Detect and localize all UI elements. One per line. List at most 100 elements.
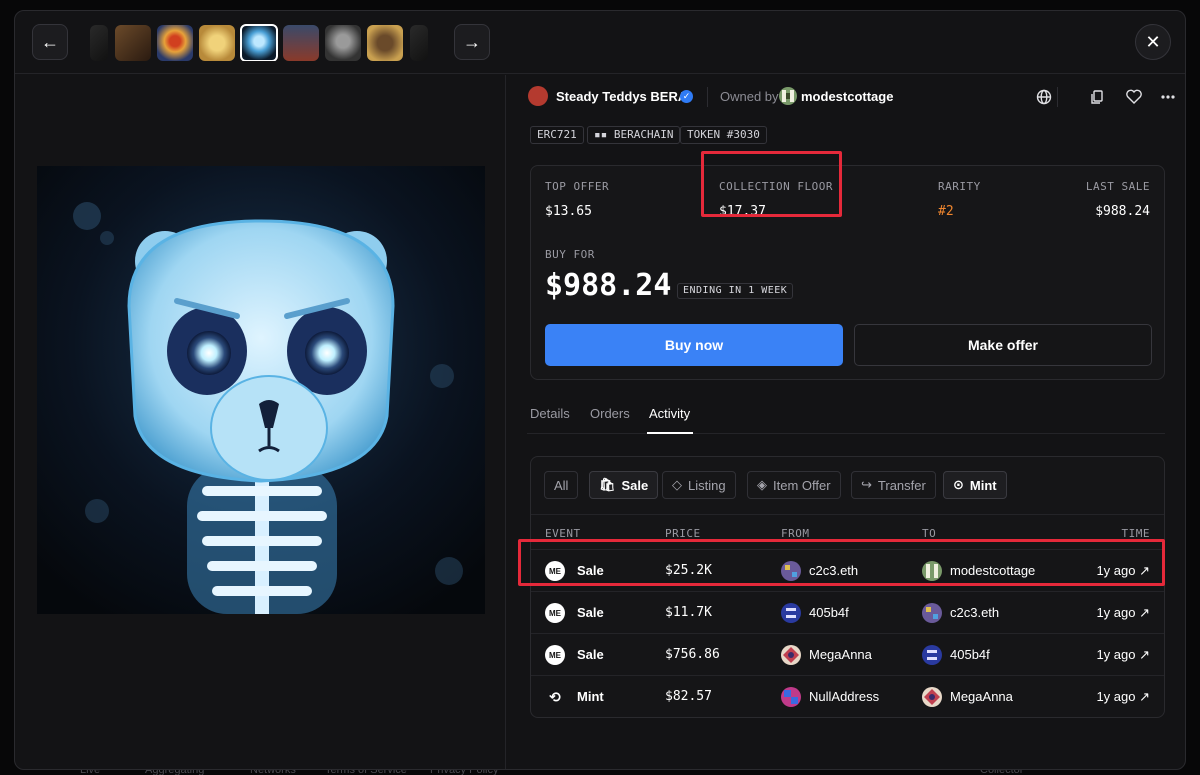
filter-sale[interactable]: 🛍︎ Sale [589, 471, 659, 499]
top-offer-stat: TOP OFFER $13.65 [545, 180, 609, 219]
collection-name[interactable]: Steady Teddys BERA [556, 89, 687, 104]
media-pane [15, 75, 506, 769]
event-price: $82.57 [665, 689, 712, 704]
tab-details[interactable]: Details [530, 406, 570, 421]
globe-icon[interactable] [1032, 85, 1056, 109]
table-row[interactable]: ME Sale $11.7K 405b4f c2c3.eth 1y ago ↗ [531, 591, 1164, 633]
event-type: Mint [577, 689, 604, 704]
filter-transfer[interactable]: ↪ Transfer [851, 471, 936, 499]
from-avatar [781, 687, 801, 707]
filter-item-offer[interactable]: ◈ Item Offer [747, 471, 841, 499]
more-options-icon[interactable] [1158, 85, 1178, 109]
from-address[interactable]: 405b4f [809, 605, 849, 620]
divider [1057, 87, 1058, 107]
copy-icon[interactable] [1085, 85, 1109, 109]
tab-orders[interactable]: Orders [590, 406, 630, 421]
layers-icon: ◈ [757, 477, 767, 492]
thumbnail[interactable] [410, 25, 428, 61]
thumbnail-strip [90, 23, 430, 61]
thumbnail-active[interactable] [240, 24, 278, 61]
event-price: $756.86 [665, 647, 720, 662]
event-time[interactable]: 1y ago ↗ [1096, 647, 1150, 663]
arrow-right-icon: → [463, 31, 481, 52]
ending-badge: ENDING IN 1 WEEK [677, 283, 794, 299]
marketplace-icon: ME [545, 561, 565, 581]
bag-icon: 🛍︎ [599, 477, 616, 492]
last-sale-label: LAST SALE [1085, 180, 1150, 193]
filter-listing[interactable]: ◇ Listing [662, 471, 736, 499]
close-icon: ✕ [1145, 31, 1161, 52]
filter-all[interactable]: All [544, 471, 579, 499]
column-event: EVENT [545, 527, 581, 540]
tag-icon: ◇ [672, 477, 682, 492]
previous-button[interactable]: ← [32, 24, 68, 60]
thumbnail[interactable] [367, 25, 403, 61]
thumbnail[interactable] [90, 25, 108, 61]
column-from: FROM [781, 527, 810, 540]
event-price: $25.2K [665, 563, 712, 578]
nft-image [37, 166, 485, 614]
heart-icon[interactable] [1122, 85, 1146, 109]
owner-avatar[interactable] [779, 87, 797, 105]
from-avatar [781, 561, 801, 581]
thumbnail[interactable] [115, 25, 151, 61]
to-address[interactable]: modestcottage [950, 563, 1035, 578]
close-button[interactable]: ✕ [1135, 24, 1171, 60]
thumbnail[interactable] [283, 25, 319, 61]
filter-item-offer-label: Item Offer [773, 477, 831, 493]
table-row[interactable]: ME Sale $756.86 MegaAnna 405b4f 1y ago ↗ [531, 633, 1164, 675]
rarity-label: RARITY [938, 180, 981, 193]
token-id-tag: TOKEN #3030 [680, 126, 767, 144]
collection-floor-label: COLLECTION FLOOR [719, 180, 833, 193]
column-to: TO [922, 527, 937, 540]
active-tab-indicator [647, 432, 693, 434]
top-offer-label: TOP OFFER [545, 180, 610, 193]
filter-sale-label: Sale [621, 477, 649, 493]
filter-all-label: All [554, 477, 569, 493]
filter-transfer-label: Transfer [877, 477, 926, 493]
owner-name[interactable]: modestcottage [801, 89, 893, 104]
event-time[interactable]: 1y ago ↗ [1096, 689, 1150, 705]
event-time[interactable]: 1y ago ↗ [1096, 563, 1150, 579]
from-address[interactable]: NullAddress [809, 689, 879, 704]
buy-now-button[interactable]: Buy now [545, 324, 843, 366]
thumbnail[interactable] [157, 25, 193, 61]
to-address[interactable]: MegaAnna [950, 689, 1013, 704]
buy-for-label: BUY FOR [545, 248, 595, 261]
from-address[interactable]: c2c3.eth [809, 563, 858, 578]
filter-mint-label: Mint [969, 477, 997, 493]
to-avatar [922, 645, 942, 665]
rarity-value: #2 [938, 204, 954, 219]
collection-floor-stat: COLLECTION FLOOR $17.37 [719, 180, 833, 219]
detail-tabs: Details Orders Activity [527, 398, 1165, 434]
next-button[interactable]: → [454, 24, 490, 60]
filter-listing-label: Listing [688, 477, 726, 493]
buy-price: $988.24 [545, 268, 672, 303]
event-type: Sale [577, 563, 604, 578]
to-address[interactable]: 405b4f [950, 647, 990, 662]
from-avatar [781, 645, 801, 665]
collection-avatar[interactable] [528, 86, 548, 106]
arrow-left-icon: ← [41, 31, 59, 52]
event-type: Sale [577, 647, 604, 662]
table-row[interactable]: ME Sale $25.2K c2c3.eth modestcottage 1y… [531, 549, 1164, 591]
tab-activity[interactable]: Activity [649, 406, 690, 421]
thumbnail[interactable] [325, 25, 361, 61]
last-sale-value: $988.24 [1095, 204, 1150, 219]
from-avatar [781, 603, 801, 623]
thumbnail[interactable] [199, 25, 235, 61]
chain-icon: ▪▪ [594, 128, 614, 141]
mint-icon: ⊙ [953, 477, 964, 492]
from-address[interactable]: MegaAnna [809, 647, 872, 662]
price-card: TOP OFFER $13.65 COLLECTION FLOOR $17.37… [530, 165, 1165, 380]
to-address[interactable]: c2c3.eth [950, 605, 999, 620]
to-avatar [922, 603, 942, 623]
event-time[interactable]: 1y ago ↗ [1096, 605, 1150, 621]
column-price: PRICE [665, 527, 701, 540]
table-row[interactable]: ⟲ Mint $82.57 NullAddress MegaAnna 1y ag… [531, 675, 1164, 717]
top-offer-value: $13.65 [545, 204, 592, 219]
make-offer-button[interactable]: Make offer [854, 324, 1152, 366]
rarity-stat: RARITY #2 [938, 180, 981, 219]
filter-mint[interactable]: ⊙ Mint [943, 471, 1007, 499]
activity-filters: All 🛍︎ Sale ◇ Listing ◈ Item Offer ↪ Transfe… [531, 457, 1164, 515]
